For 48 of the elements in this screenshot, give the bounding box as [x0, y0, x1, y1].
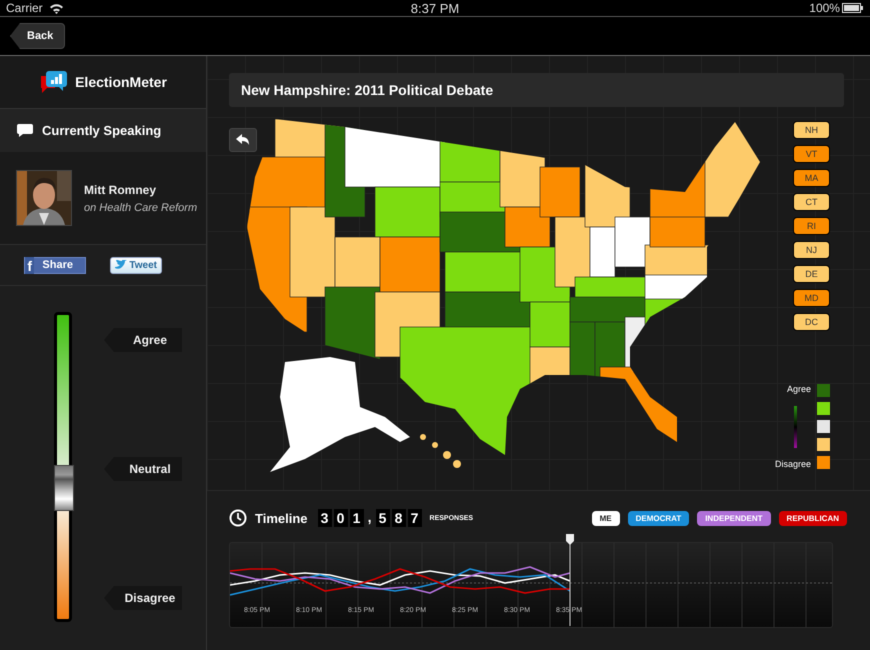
speaker-name: Mitt Romney: [84, 182, 157, 196]
scale-label: Agree: [104, 328, 182, 352]
timeline-title: Timeline: [255, 510, 308, 526]
tweet-button[interactable]: Tweet: [110, 256, 162, 274]
back-arrow-icon: [236, 134, 250, 146]
counter-digit: 5: [376, 509, 390, 527]
state-button[interactable]: MA: [793, 169, 830, 187]
logo-icon: [39, 70, 70, 94]
state-button[interactable]: DC: [793, 313, 830, 331]
gradient-bar: [794, 406, 797, 448]
carrier-label: Carrier: [6, 1, 43, 15]
counter-digit: ,: [366, 509, 372, 527]
party-filter[interactable]: DEMOCRAT: [628, 510, 690, 526]
debate-title: New Hampshire: 2011 Political Debate: [229, 73, 844, 107]
counter-digit: 1: [350, 509, 364, 527]
back-arrow-button[interactable]: [229, 128, 257, 152]
counter-digit: 3: [318, 509, 332, 527]
slider-handle[interactable]: [54, 465, 74, 512]
clock-icon: [229, 509, 247, 527]
facebook-icon: f: [25, 256, 34, 274]
section-title: Currently Speaking: [42, 123, 162, 138]
back-button[interactable]: Back: [10, 23, 66, 49]
state-button[interactable]: MD: [793, 289, 830, 307]
state-button[interactable]: DE: [793, 265, 830, 283]
state-button[interactable]: NH: [793, 121, 830, 139]
clock-time: 8:37 PM: [410, 0, 460, 16]
speaker-topic: on Health Care Reform: [84, 202, 198, 214]
party-filter[interactable]: ME: [592, 510, 620, 526]
state-button[interactable]: VT: [793, 145, 830, 163]
opinion-slider-track[interactable]: [54, 312, 72, 622]
battery-percent: 100%: [809, 1, 840, 15]
counter-digit: 8: [392, 509, 406, 527]
state-button[interactable]: NJ: [793, 241, 830, 259]
state-button[interactable]: RI: [793, 217, 830, 235]
scale-label: Disagree: [104, 586, 182, 610]
legend-label: Agree: [786, 384, 811, 394]
bird-icon: [115, 260, 128, 270]
scale-label: Neutral: [104, 457, 182, 481]
state-button[interactable]: CT: [793, 193, 830, 211]
counter-digit: 7: [408, 509, 422, 527]
speech-bubble-icon: [16, 123, 34, 138]
wifi-icon: [48, 2, 64, 14]
facebook-share-button[interactable]: f Share: [24, 256, 86, 274]
battery-icon: [842, 3, 864, 13]
legend-label: Disagree: [774, 459, 811, 469]
party-filter[interactable]: REPUBLICAN: [778, 510, 847, 526]
app-name: ElectionMeter: [75, 74, 167, 90]
counter-digit: 0: [334, 509, 348, 527]
